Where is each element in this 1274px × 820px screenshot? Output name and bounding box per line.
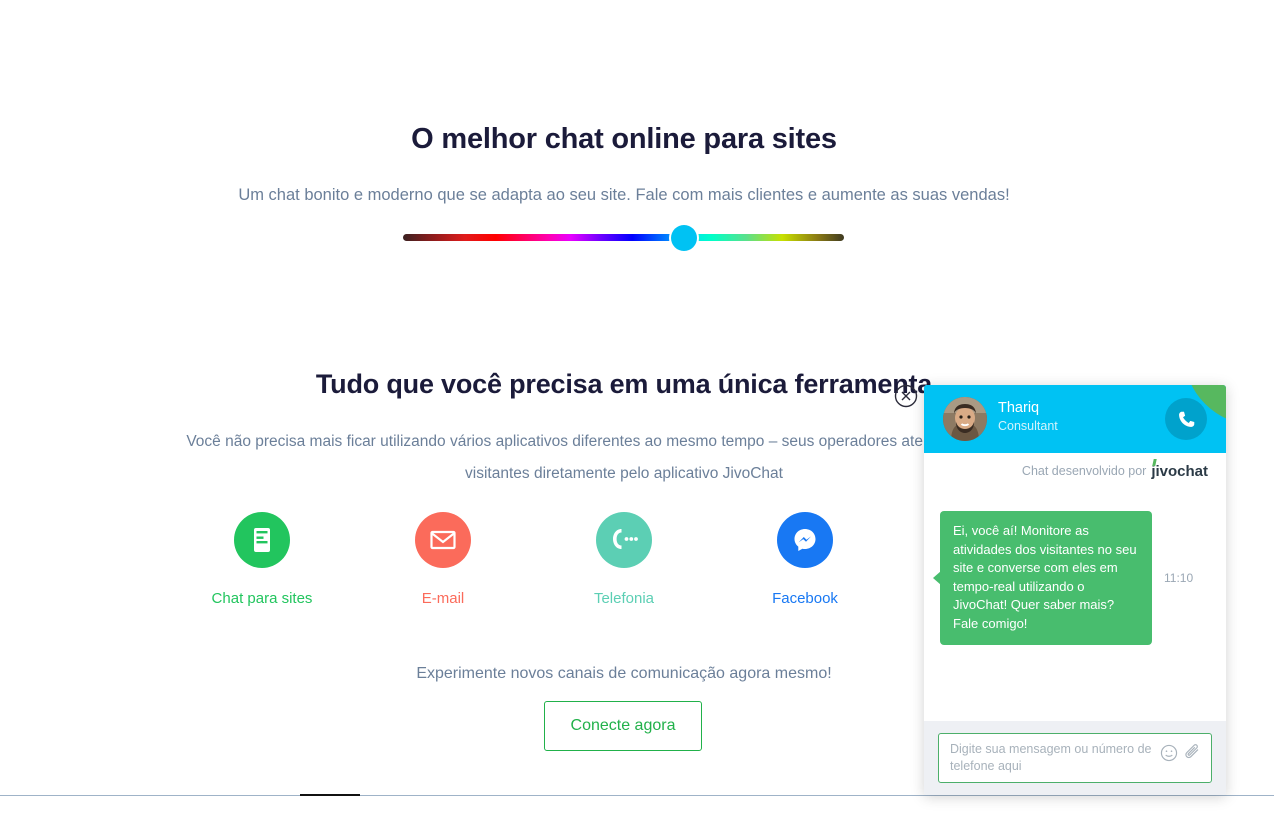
chat-input-area: Digite sua mensagem ou número de telefon… [924, 721, 1226, 795]
page-divider-accent [300, 794, 360, 796]
agent-name: Thariq [998, 400, 1040, 416]
channel-item-facebook[interactable]: Facebook [729, 512, 881, 607]
chat-widget-header: Thariq Consultant [924, 385, 1226, 453]
agent-role: Consultant [998, 419, 1058, 433]
channel-label: E-mail [421, 590, 465, 607]
chat-message: Ei, você aí! Monitore as atividades dos … [933, 511, 1210, 645]
envelope-icon [415, 512, 471, 568]
slider-thumb[interactable] [671, 225, 697, 251]
chat-branding: Chat desenvolvido por jivochat [924, 453, 1226, 489]
channel-label: Telefonia [593, 590, 655, 607]
channel-label: Facebook [772, 590, 838, 607]
channel-label: Chat para sites [211, 590, 313, 607]
logo-text: jivochat [1151, 462, 1208, 480]
hero-subtitle: Um chat bonito e moderno que se adapta a… [238, 185, 1010, 204]
jivochat-logo: jivochat [1151, 458, 1208, 480]
color-hue-slider[interactable] [403, 225, 844, 253]
facebook-messenger-icon [777, 512, 833, 568]
message-input[interactable]: Digite sua mensagem ou número de telefon… [938, 733, 1212, 783]
message-timestamp: 11:10 [1164, 571, 1194, 585]
slider-track[interactable] [403, 234, 844, 241]
channel-item-telefonia[interactable]: Telefonia [548, 512, 700, 607]
chat-widget: Thariq Consultant Chat desenvolvido por … [924, 385, 1226, 795]
avatar [943, 397, 987, 441]
page-divider [0, 795, 1274, 796]
smiley-icon[interactable] [1160, 744, 1178, 767]
page-title: O melhor chat online para sites [411, 123, 837, 156]
phone-icon[interactable] [1165, 398, 1207, 440]
message-bubble: Ei, você aí! Monitore as atividades dos … [933, 511, 1152, 645]
paperclip-icon[interactable] [1184, 744, 1202, 767]
channel-item-chat[interactable]: Chat para sites [186, 512, 338, 607]
close-circle-icon[interactable] [894, 384, 918, 408]
branding-prefix: Chat desenvolvido por [1021, 464, 1147, 478]
message-input-placeholder: Digite sua mensagem ou número de telefon… [950, 742, 1152, 773]
channel-item-email[interactable]: E-mail [367, 512, 519, 607]
phone-dots-icon [596, 512, 652, 568]
connect-now-button[interactable]: Conecte agora [544, 701, 702, 751]
chat-message-list: Ei, você aí! Monitore as atividades dos … [924, 489, 1226, 721]
chat-window-icon [234, 512, 290, 568]
